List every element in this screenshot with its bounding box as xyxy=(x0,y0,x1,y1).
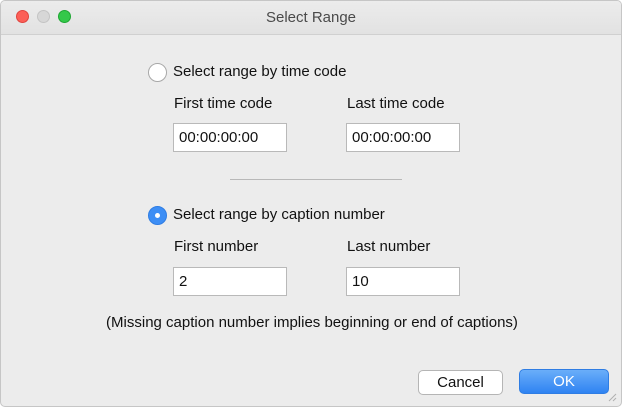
caption-range-note: (Missing caption number implies beginnin… xyxy=(106,314,518,331)
cancel-button[interactable]: Cancel xyxy=(418,370,503,395)
radio-selected-dot xyxy=(155,213,160,218)
title-bar[interactable]: Select Range xyxy=(1,1,621,35)
last-time-code-input[interactable]: 00:00:00:00 xyxy=(346,123,460,152)
last-number-input[interactable]: 10 xyxy=(346,267,460,296)
first-number-label: First number xyxy=(174,238,259,255)
first-time-code-input[interactable]: 00:00:00:00 xyxy=(173,123,287,152)
timecode-radio[interactable] xyxy=(148,63,167,82)
section-separator xyxy=(230,179,402,180)
first-number-input[interactable]: 2 xyxy=(173,267,287,296)
caption-number-radio[interactable] xyxy=(148,206,167,225)
resize-grip-icon[interactable] xyxy=(607,392,617,402)
first-time-code-label: First time code xyxy=(174,95,273,112)
last-time-code-label: Last time code xyxy=(347,95,445,112)
caption-number-radio-label[interactable]: Select range by caption number xyxy=(173,206,385,223)
last-number-label: Last number xyxy=(347,238,431,255)
window-title: Select Range xyxy=(265,9,357,26)
ok-button[interactable]: OK xyxy=(519,369,609,394)
select-range-dialog: Select Range Select range by time code F… xyxy=(0,0,622,407)
timecode-radio-label[interactable]: Select range by time code xyxy=(173,63,346,80)
